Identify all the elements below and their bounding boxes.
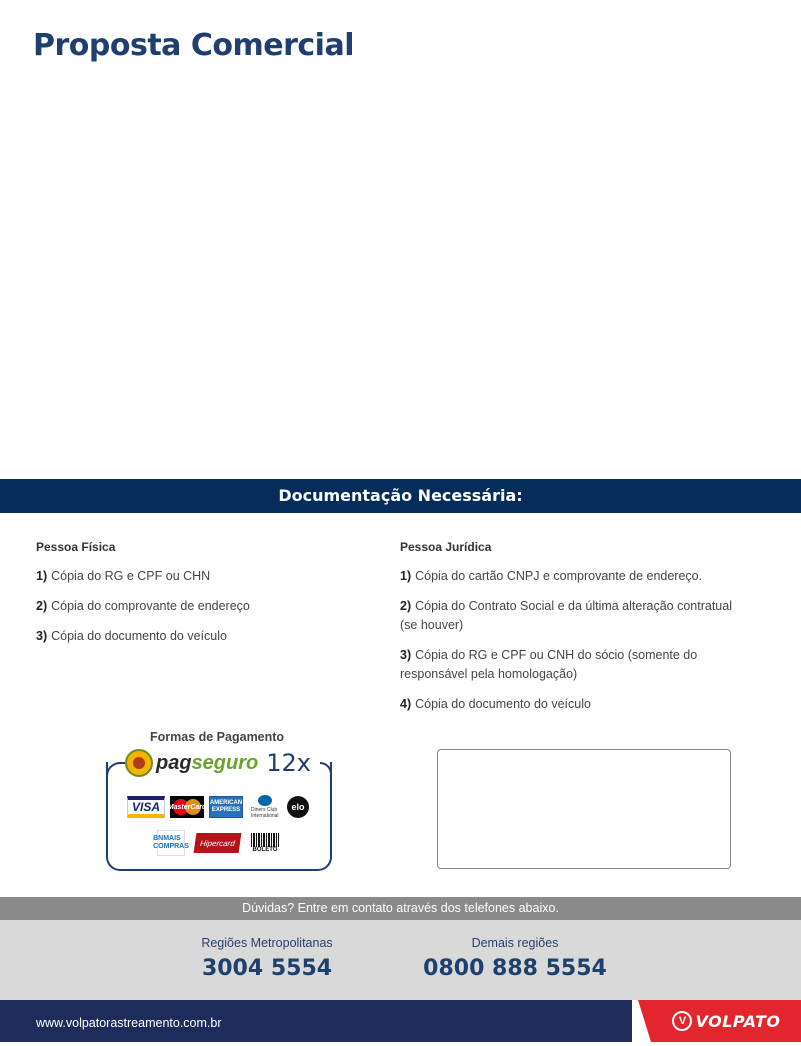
list-item: 1) Cópia do cartão CNPJ e comprovante de …: [400, 567, 750, 586]
item-number: 3): [36, 629, 48, 643]
metro-label: Regiões Metropolitanas: [201, 936, 333, 950]
item-number: 2): [36, 599, 48, 613]
installments-label: 12x: [266, 749, 311, 777]
documentation-banner: Documentação Necessária:: [0, 479, 801, 513]
pagseguro-icon: [125, 749, 153, 777]
other-regions-label: Demais regiões: [471, 936, 559, 950]
payment-methods-title: Formas de Pagamento: [150, 730, 285, 744]
item-number: 1): [36, 569, 48, 583]
bnmais-icon: BNMAIS COMPRAS: [153, 830, 189, 856]
list-item: 2) Cópia do Contrato Social e da última a…: [400, 597, 750, 635]
pessoa-fisica-heading: Pessoa Física: [36, 540, 116, 554]
item-text: Cópia do RG e CPF ou CNH do sócio (somen…: [400, 648, 698, 681]
item-text: Cópia do cartão CNPJ e comprovante de en…: [415, 569, 703, 583]
item-text: Cópia do Contrato Social e da última alt…: [400, 599, 732, 632]
item-text: Cópia do documento do veículo: [51, 629, 227, 643]
item-number: 4): [400, 697, 412, 711]
pessoa-juridica-section: Pessoa Jurídica 1) Cópia do cartão CNPJ e…: [400, 540, 750, 725]
pagseguro-pag: pag: [156, 751, 192, 774]
contact-prompt: Dúvidas? Entre em contato através dos te…: [0, 897, 801, 920]
mastercard-icon: MasterCard: [167, 796, 207, 818]
amex-icon: AMERICAN EXPRESS: [209, 796, 243, 818]
visa-icon: VISA: [127, 796, 165, 818]
footer: www.volpatorastreamento.com.br V VOLPATO: [0, 1000, 801, 1042]
mastercard-label: MasterCard: [167, 803, 207, 811]
page-title: Proposta Comercial: [33, 28, 355, 63]
item-number: 1): [400, 569, 412, 583]
other-regions-contact: Demais regiões 0800 888 5554: [418, 936, 612, 981]
pessoa-juridica-heading: Pessoa Jurídica: [400, 540, 492, 554]
item-number: 2): [400, 599, 412, 613]
signature-box: [437, 749, 731, 869]
list-item: 3) Cópia do RG e CPF ou CNH do sócio (som…: [400, 646, 750, 684]
pagseguro-seguro: seguro: [191, 751, 259, 774]
item-text: Cópia do documento do veículo: [415, 697, 591, 711]
hipercard-icon: Hipercard: [193, 833, 242, 853]
list-item: 3) Cópia do documento do veículo: [36, 627, 366, 646]
website-link[interactable]: www.volpatorastreamento.com.br: [36, 1000, 222, 1046]
contact-section: Regiões Metropolitanas 3004 5554 Demais …: [0, 920, 801, 1000]
volpato-logo: V VOLPATO: [632, 1000, 801, 1042]
metro-contact: Regiões Metropolitanas 3004 5554: [186, 936, 348, 981]
elo-icon: elo: [287, 796, 309, 818]
metro-phone[interactable]: 3004 5554: [186, 956, 348, 981]
list-item: 2) Cópia do comprovante de endereço: [36, 597, 366, 616]
boleto-label: BOLETO: [252, 847, 278, 853]
brand-name: VOLPATO: [695, 1011, 781, 1031]
volpato-mark-icon: V: [672, 1011, 693, 1031]
item-number: 3): [400, 648, 412, 662]
diners-icon: Diners Club International: [251, 794, 279, 820]
item-text: Cópia do RG e CPF ou CHN: [51, 569, 211, 583]
list-item: 4) Cópia do documento do veículo: [400, 695, 750, 714]
pagseguro-wordmark: pagseguro: [156, 752, 258, 775]
list-item: 1) Cópia do RG e CPF ou CHN: [36, 567, 366, 586]
pessoa-fisica-section: Pessoa Física 1) Cópia do RG e CPF ou CHN…: [36, 540, 366, 657]
boleto-icon: BOLETO: [250, 832, 280, 854]
other-regions-phone[interactable]: 0800 888 5554: [418, 956, 612, 981]
pagseguro-logo: pagseguro 12x: [125, 748, 315, 778]
item-text: Cópia do comprovante de endereço: [51, 599, 250, 613]
diners-label: Diners Club International: [251, 807, 279, 819]
